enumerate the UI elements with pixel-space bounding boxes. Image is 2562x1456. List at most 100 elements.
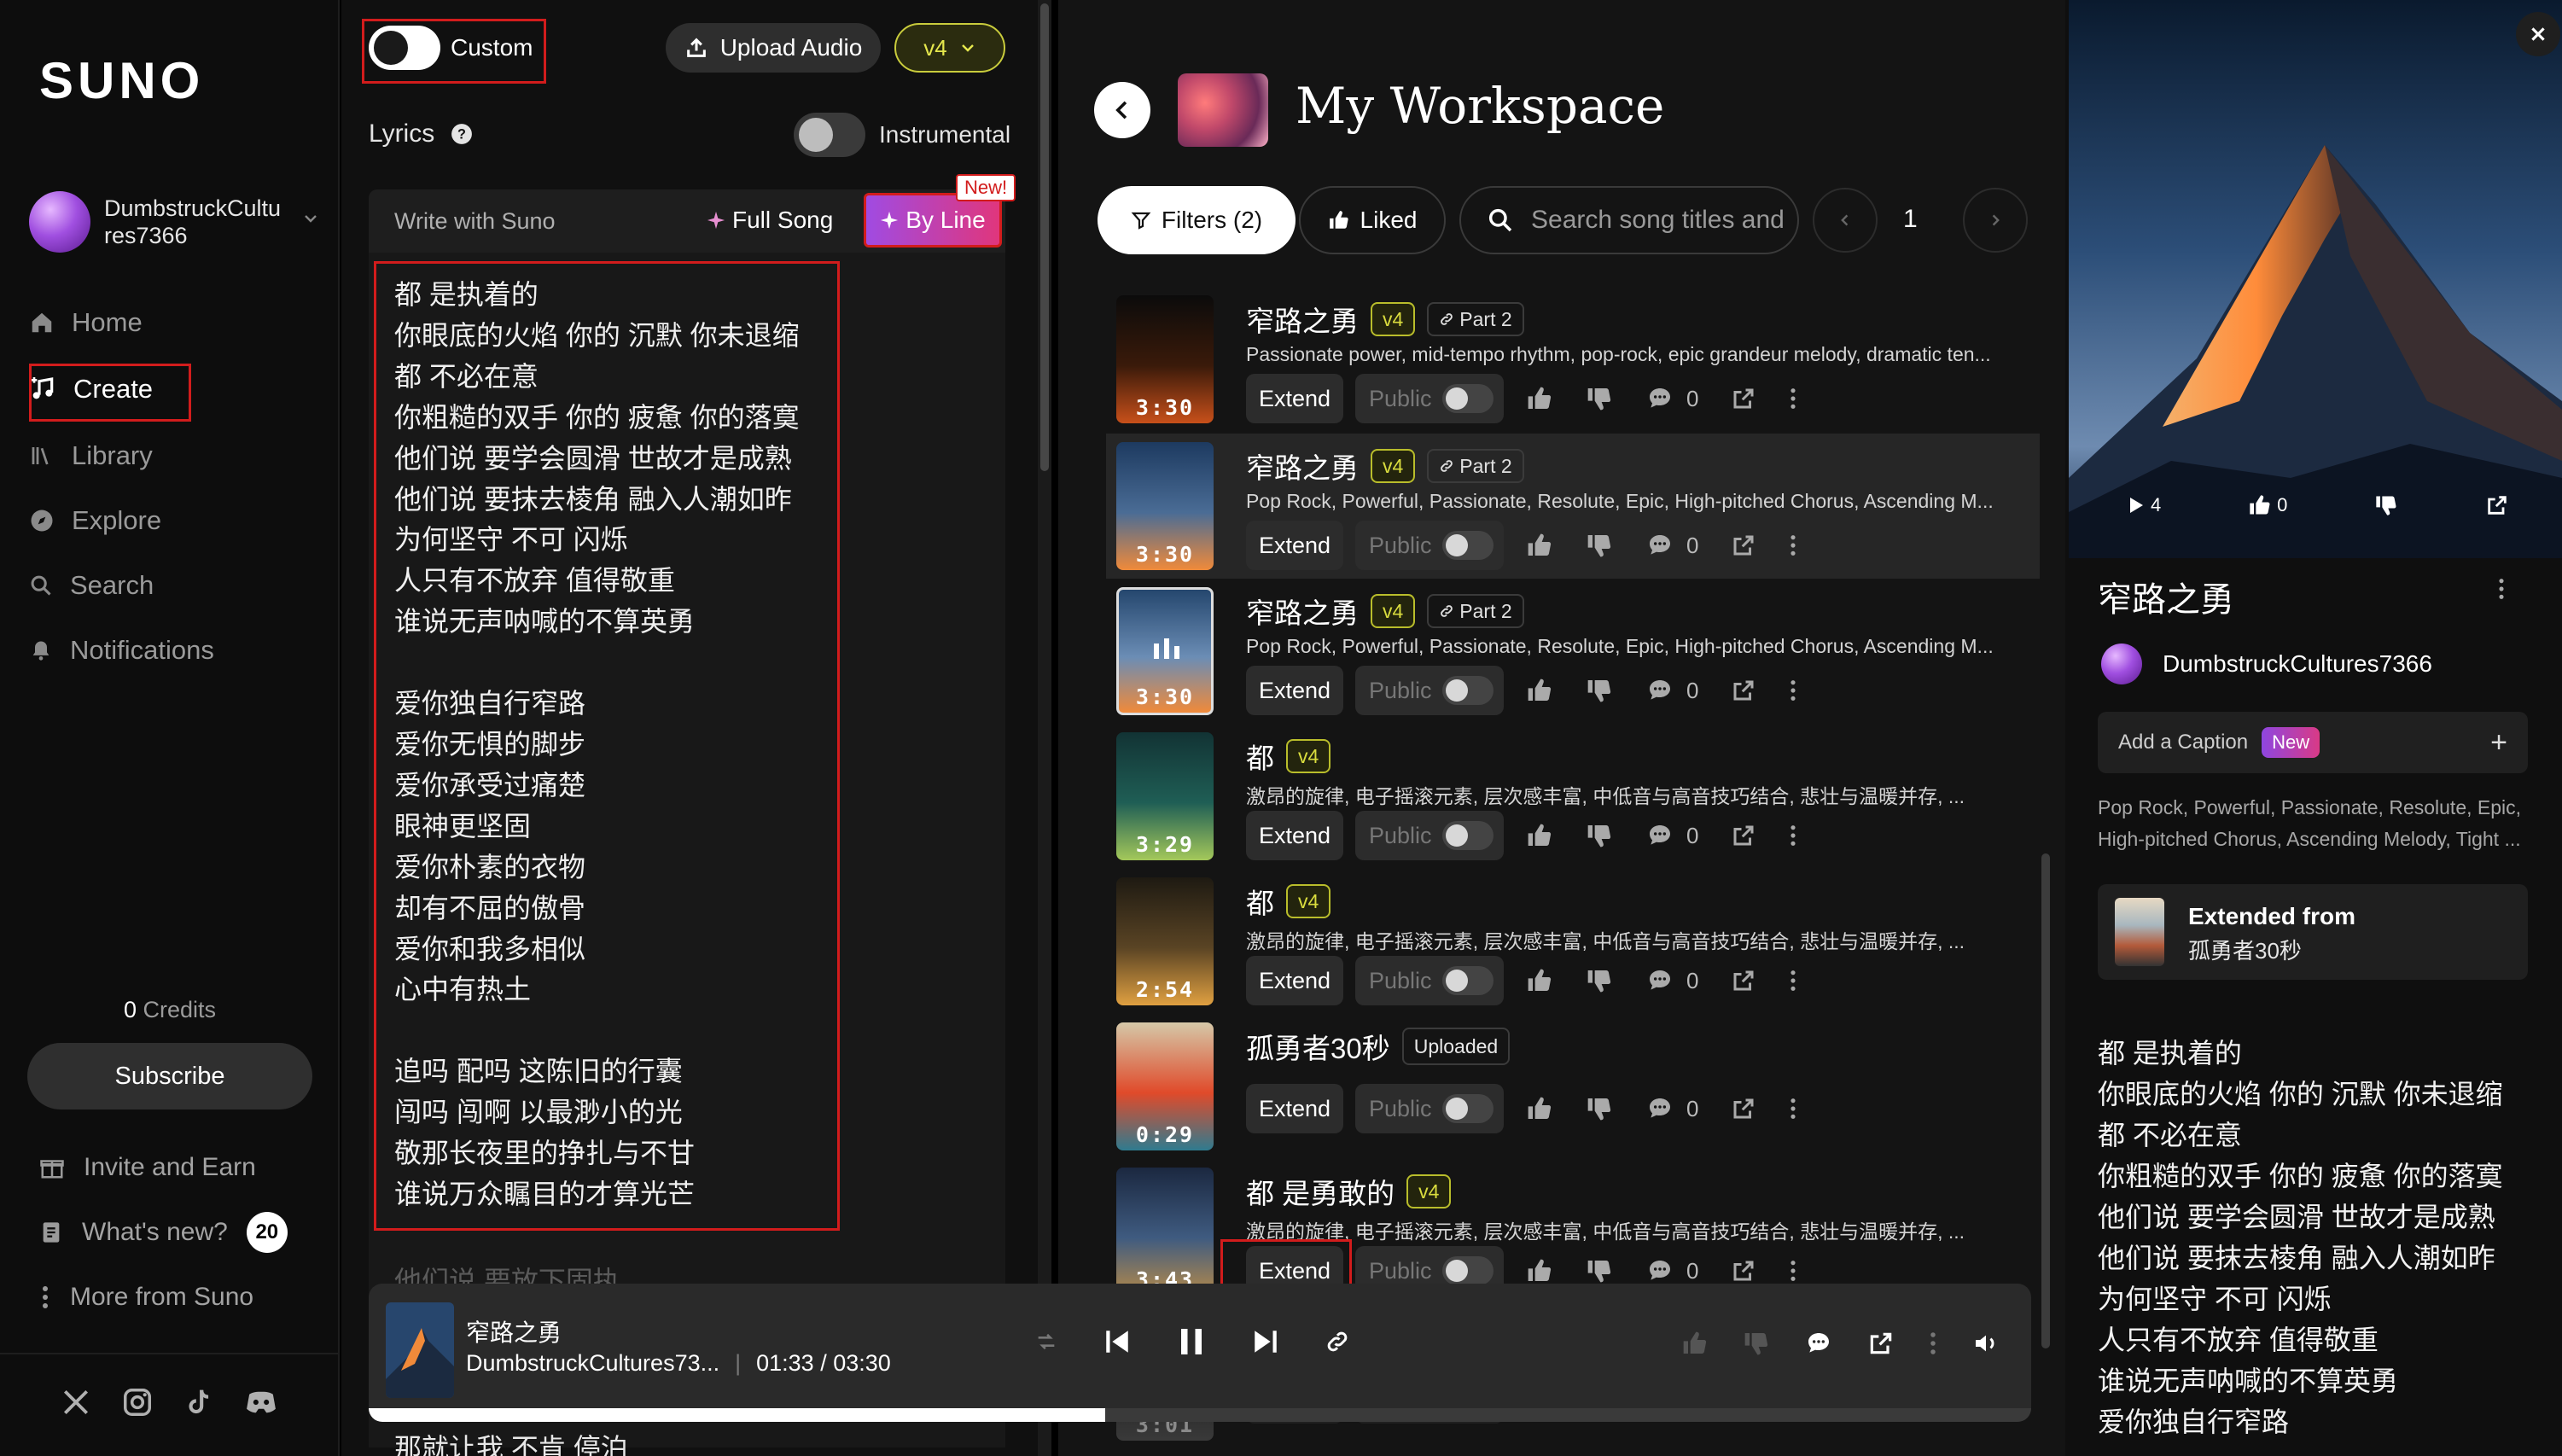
back-button[interactable] [1094,82,1150,138]
workspace-scrollbar[interactable] [2041,853,2050,1348]
plus-icon[interactable]: + [2490,726,2507,760]
part-tag[interactable]: Part 2 [1427,302,1524,336]
more-vertical-icon[interactable] [1789,969,1797,993]
song-row[interactable]: 0:29 孤勇者30秒 Uploaded Extend Public 0 [1106,1014,2040,1159]
song-title[interactable]: 都 是勇敢的 [1246,1171,1395,1212]
more-vertical-icon[interactable] [1789,387,1797,411]
tiktok-icon[interactable] [183,1386,215,1418]
extend-button[interactable]: Extend [1246,374,1343,423]
comment-icon[interactable] [1645,677,1674,704]
thumbs-down-icon[interactable] [1586,532,1613,559]
share-icon[interactable] [1731,678,1756,703]
close-button[interactable] [2516,12,2560,56]
thumbs-down-icon[interactable] [1586,1257,1613,1284]
comment-icon[interactable] [1645,967,1674,994]
public-toggle[interactable]: Public [1355,811,1504,860]
whats-new-link[interactable]: What's new? 20 [39,1208,288,1256]
comment-icon[interactable] [1804,1330,1833,1357]
liked-filter-button[interactable]: Liked [1299,186,1446,254]
help-icon[interactable]: ? [451,123,473,145]
extend-button[interactable]: Extend [1246,1084,1343,1133]
public-toggle[interactable]: Public [1355,956,1504,1005]
thumbs-down-icon[interactable] [1586,677,1613,704]
song-title[interactable]: 窄路之勇 [1246,446,1359,486]
extend-button[interactable]: Extend [1246,811,1343,860]
invite-and-earn-link[interactable]: Invite and Earn [39,1144,256,1191]
pause-icon[interactable] [1176,1325,1207,1359]
public-switch[interactable] [1441,1094,1494,1123]
volume-icon[interactable] [1971,1330,2000,1357]
comment-icon[interactable] [1645,822,1674,849]
share-button[interactable] [2485,493,2509,517]
share-icon[interactable] [1731,968,1756,993]
extend-button[interactable]: Extend [1246,956,1343,1005]
public-switch[interactable] [1441,1256,1494,1285]
part-tag[interactable]: Part 2 [1427,449,1524,483]
more-vertical-icon[interactable] [1789,533,1797,557]
next-icon[interactable] [1251,1325,1280,1358]
extended-from-card[interactable]: Extended from 孤勇者30秒 [2098,884,2528,980]
user-profile[interactable]: DumbstruckCultures7366 [29,191,319,253]
sidebar-item-library[interactable]: Library [29,428,191,483]
extend-button[interactable]: Extend [1246,521,1343,570]
play-count[interactable]: 4 [2125,494,2161,516]
comment-icon[interactable] [1645,1257,1674,1284]
thumbs-down-icon[interactable] [1586,967,1613,994]
public-switch[interactable] [1441,821,1494,850]
song-artist[interactable]: DumbstruckCultures7366 [2101,644,2432,684]
thumbs-up-icon[interactable] [1526,1257,1553,1284]
prev-page-button[interactable] [1813,188,1878,253]
song-cover[interactable]: 3:30 [1116,587,1214,715]
share-icon[interactable] [1731,1096,1756,1121]
sidebar-item-explore[interactable]: Explore [29,493,191,548]
thumbs-down-icon[interactable] [1586,822,1613,849]
version-select[interactable]: v4 [894,23,1005,73]
now-playing-title[interactable]: 窄路之勇 [466,1314,562,1348]
share-icon[interactable] [1867,1330,1895,1357]
more-vertical-icon[interactable] [1929,1331,1937,1356]
x-icon[interactable] [60,1386,92,1418]
instagram-icon[interactable] [121,1386,154,1418]
comment-icon[interactable] [1645,532,1674,559]
public-switch[interactable] [1441,676,1494,705]
song-row[interactable]: 2:54 都 v4 激昂的旋律, 电子摇滚元素, 层次感丰富, 中低音与高音技巧结… [1106,869,2040,1014]
thumbs-up-icon[interactable] [1526,385,1553,412]
editor-scrollbar[interactable] [1038,0,1051,1456]
song-cover[interactable]: 0:29 [1116,1022,1214,1150]
next-page-button[interactable] [1963,188,2028,253]
chevron-down-icon[interactable] [302,210,319,227]
song-row[interactable]: 3:30 窄路之勇 v4 Part 2 Passionate power, mid-… [1106,295,2040,432]
write-with-suno-tab[interactable]: Write with Suno [394,208,556,235]
public-toggle[interactable]: Public [1355,521,1504,570]
public-switch[interactable] [1441,531,1494,560]
song-title[interactable]: 都 [1246,736,1274,777]
sidebar-item-search[interactable]: Search [29,558,191,613]
thumbs-up-icon[interactable] [1526,822,1553,849]
dislike-button[interactable] [2374,493,2398,517]
part-tag[interactable]: Part 2 [1427,594,1524,628]
thumbs-up-icon[interactable] [1526,677,1553,704]
song-row[interactable]: 3:30 窄路之勇 v4 Part 2 Pop Rock, Powerful, Pa… [1106,434,2040,579]
share-icon[interactable] [1731,1258,1756,1284]
thumbs-down-icon[interactable] [1586,1095,1613,1122]
share-icon[interactable] [1731,823,1756,848]
now-playing-cover[interactable] [386,1302,454,1398]
thumbs-up-icon[interactable] [1526,967,1553,994]
song-cover[interactable]: 3:43 [1116,1168,1214,1296]
public-switch[interactable] [1441,384,1494,413]
custom-toggle[interactable] [369,26,440,70]
share-icon[interactable] [1731,533,1756,558]
thumbs-up-icon[interactable] [1526,1095,1553,1122]
song-cover[interactable]: 3:30 [1116,295,1214,423]
song-cover[interactable]: 3:29 [1116,732,1214,860]
like-button[interactable]: 0 [2248,493,2287,517]
discord-icon[interactable] [244,1386,278,1418]
public-switch[interactable] [1441,966,1494,995]
song-title[interactable]: 孤勇者30秒 [1246,1026,1390,1067]
song-row[interactable]: 3:30 窄路之勇 v4 Part 2 Pop Rock, Powerful, Pa… [1106,579,2040,724]
filters-button[interactable]: Filters (2) [1098,186,1296,254]
thumbs-down-icon[interactable] [1586,385,1613,412]
thumbs-up-icon[interactable] [1681,1330,1709,1357]
sidebar-item-home[interactable]: Home [29,295,191,350]
more-vertical-icon[interactable] [1789,678,1797,702]
